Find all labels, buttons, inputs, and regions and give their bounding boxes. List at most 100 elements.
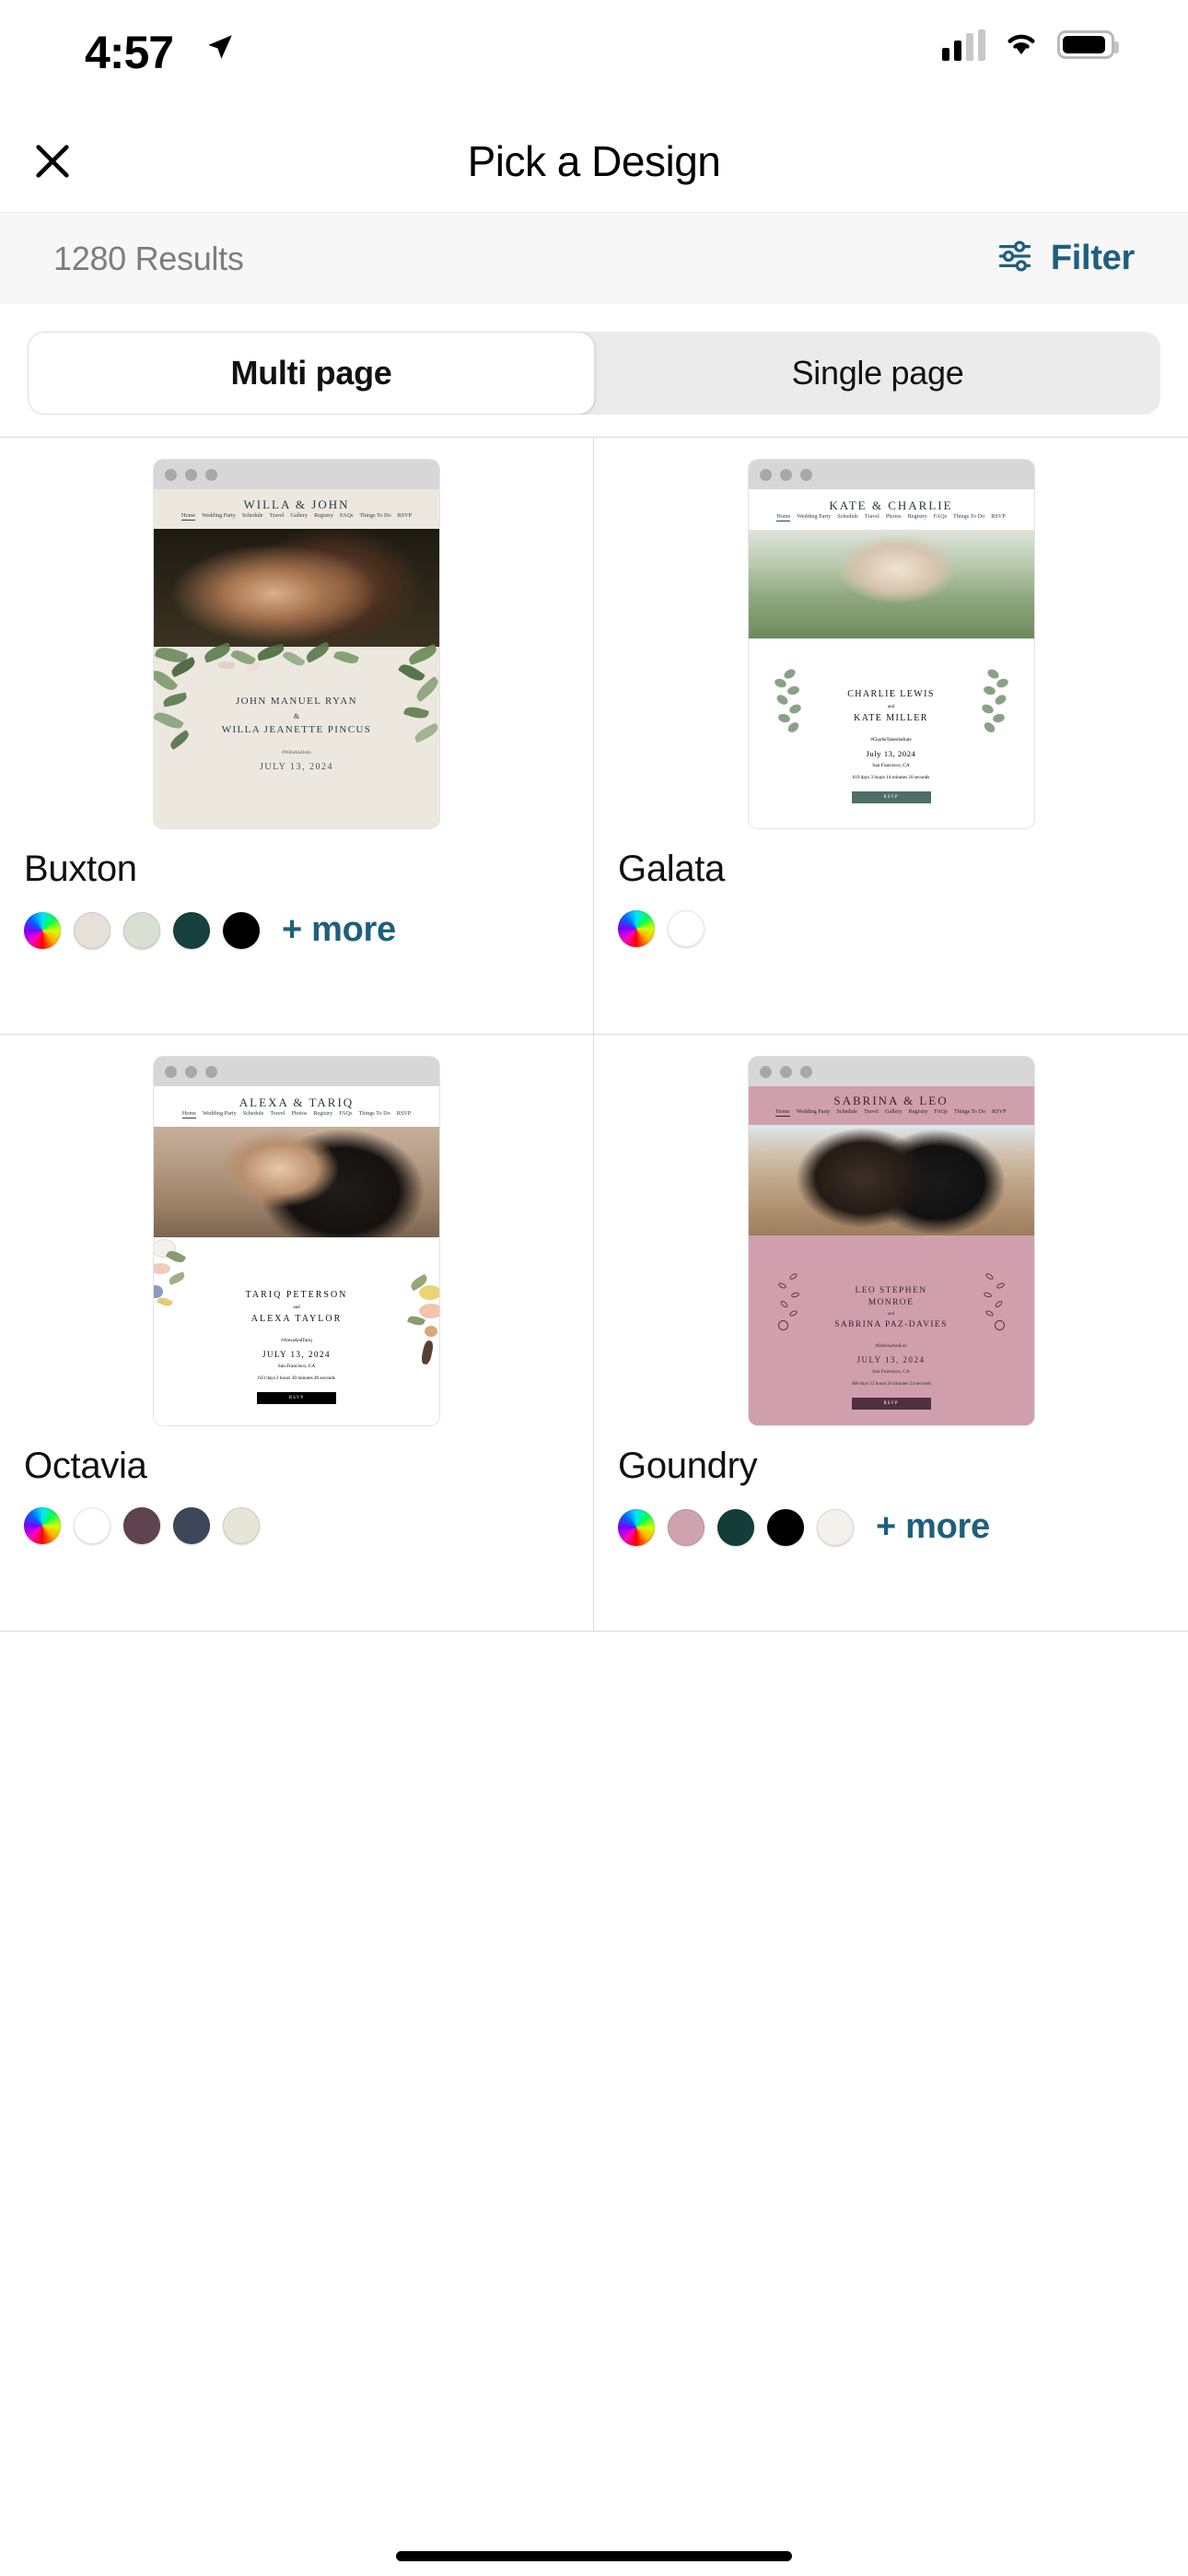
nav-item: Gallery — [885, 1108, 903, 1115]
cellular-signal-icon — [942, 29, 985, 61]
nav-item: Schedule — [241, 512, 263, 519]
design-card-octavia[interactable]: ALEXA & TARIQ Home Wedding Party Schedul… — [0, 1035, 594, 1632]
design-card-goundry[interactable]: SABRINA & LEO Home Wedding Party Schedul… — [594, 1035, 1188, 1632]
rsvp-button[interactable]: RSVP — [257, 1392, 336, 1404]
header-bar: Pick a Design — [0, 111, 1188, 212]
nav-item: Travel — [269, 512, 285, 519]
close-icon[interactable] — [20, 129, 85, 193]
wifi-icon — [1002, 28, 1041, 62]
swatch-color[interactable] — [74, 911, 111, 949]
wedding-location: San Francisco, CA — [872, 1369, 910, 1376]
eucalyptus-wreath-left — [773, 667, 808, 735]
partner-one: LEO STEPHEN MONROE — [855, 1286, 927, 1307]
eucalyptus-wreath-right — [975, 667, 1010, 735]
design-preview[interactable]: SABRINA & LEO Home Wedding Party Schedul… — [748, 1057, 1034, 1425]
site-couple-names: WILLA & JOHN — [243, 498, 350, 511]
browser-chrome — [154, 460, 439, 489]
swatch-color[interactable] — [123, 911, 160, 949]
hero-photo — [748, 1125, 1034, 1235]
color-swatches — [618, 910, 1168, 947]
design-name: Octavia — [24, 1446, 147, 1486]
nav-item: RSVP — [992, 1108, 1007, 1115]
site-nav: Home Wedding Party Schedule Travel Galle… — [154, 512, 439, 524]
more-colors-link[interactable]: + more — [876, 1507, 990, 1547]
nav-item: Registry — [908, 1108, 928, 1115]
swatch-color[interactable] — [767, 1508, 804, 1546]
partner-one: TARIQ PETERSON — [245, 1290, 348, 1300]
swatch-color[interactable] — [668, 910, 705, 947]
sliders-icon — [996, 239, 1034, 278]
rsvp-button[interactable]: RSVP — [851, 1398, 931, 1411]
rsvp-button[interactable]: RSVP — [851, 791, 931, 803]
color-swatches: + more — [24, 910, 573, 950]
browser-chrome — [154, 1057, 439, 1086]
nav-item: Things To Do — [358, 1110, 390, 1117]
swatch-custom-color[interactable] — [618, 1508, 655, 1546]
design-preview[interactable]: KATE & CHARLIE Home Wedding Party Schedu… — [748, 460, 1034, 828]
swatch-custom-color[interactable] — [24, 1507, 61, 1544]
wedding-location: San Francisco, CA — [872, 763, 910, 768]
nav-item: RSVP — [991, 513, 1006, 520]
countdown-timer: 406 days 12 hours 26 minutes 54 seconds — [851, 1381, 931, 1388]
wedding-location: San Francisco, CA — [277, 1364, 316, 1369]
color-swatches — [24, 1507, 573, 1544]
filter-label: Filter — [1050, 239, 1135, 277]
swatch-custom-color[interactable] — [618, 910, 655, 947]
countdown-timer: 619 days 3 hours 14 minutes 10 seconds — [852, 775, 930, 780]
nav-item: FAQs — [340, 512, 354, 519]
nav-item: Registry — [313, 1110, 333, 1117]
nav-item: Schedule — [242, 1110, 264, 1117]
partner-two: ALEXA TAYLOR — [250, 1313, 343, 1324]
design-card-buxton[interactable]: WILLA & JOHN Home Wedding Party Schedule… — [0, 438, 594, 1035]
design-card-galata[interactable]: KATE & CHARLIE Home Wedding Party Schedu… — [594, 438, 1188, 1035]
nav-item: FAQs — [934, 1108, 948, 1115]
wedding-hashtag: #CharlieTakestheKate — [870, 738, 912, 743]
tab-single-page[interactable]: Single page — [595, 332, 1160, 415]
hero-photo — [154, 1127, 439, 1237]
site-couple-names: ALEXA & TARIQ — [239, 1095, 355, 1109]
filter-button[interactable]: Filter — [996, 239, 1135, 278]
swatch-custom-color[interactable] — [24, 911, 61, 949]
conjunction: and — [293, 1305, 300, 1310]
browser-chrome — [748, 460, 1034, 489]
nav-item: Photos — [885, 513, 902, 520]
swatch-color[interactable] — [223, 911, 260, 949]
swatch-color[interactable] — [223, 1507, 260, 1544]
hero-photo — [154, 529, 439, 647]
design-preview[interactable]: ALEXA & TARIQ Home Wedding Party Schedul… — [154, 1057, 439, 1425]
tab-multi-page[interactable]: Multi page — [28, 332, 595, 415]
wedding-date: JULY 13, 2024 — [856, 1355, 926, 1365]
battery-icon — [1057, 30, 1119, 59]
location-arrow-icon — [204, 31, 236, 67]
swatch-color[interactable] — [123, 1507, 160, 1544]
swatch-color[interactable] — [717, 1508, 754, 1546]
nav-item: Travel — [270, 1110, 285, 1117]
nav-item: Wedding Party — [202, 1110, 237, 1117]
nav-item: Things To Do — [953, 513, 985, 520]
design-name: Galata — [618, 849, 726, 889]
nav-item: Schedule — [837, 513, 858, 520]
swatch-color[interactable] — [668, 1508, 705, 1546]
site-nav: Home Wedding Party Schedule Travel Photo… — [154, 1110, 439, 1122]
nav-item: Photos — [291, 1110, 308, 1117]
nav-item: Registry — [907, 513, 927, 520]
swatch-color[interactable] — [173, 1507, 210, 1544]
swatch-color[interactable] — [74, 1507, 111, 1544]
site-couple-names: SABRINA & LEO — [833, 1094, 949, 1107]
page-title: Pick a Design — [467, 137, 721, 185]
wedding-hashtag: #WillaAndJohn — [282, 750, 311, 755]
nav-item: RSVP — [397, 512, 413, 519]
conjunction: & — [293, 711, 300, 720]
more-colors-link[interactable]: + more — [282, 910, 396, 950]
floral-sprig-right — [972, 1271, 1008, 1333]
floral-sprig-left — [775, 1271, 811, 1333]
site-nav: Home Wedding Party Schedule Travel Photo… — [749, 513, 1034, 525]
swatch-color[interactable] — [173, 911, 210, 949]
nav-item: Gallery — [290, 512, 309, 519]
swatch-color[interactable] — [817, 1508, 854, 1546]
nav-item: Wedding Party — [796, 1108, 831, 1115]
nav-item: Wedding Party — [202, 512, 236, 519]
nav-item: Things To Do — [359, 512, 391, 519]
nav-item: Home — [181, 1110, 196, 1118]
design-preview[interactable]: WILLA & JOHN Home Wedding Party Schedule… — [154, 460, 439, 828]
